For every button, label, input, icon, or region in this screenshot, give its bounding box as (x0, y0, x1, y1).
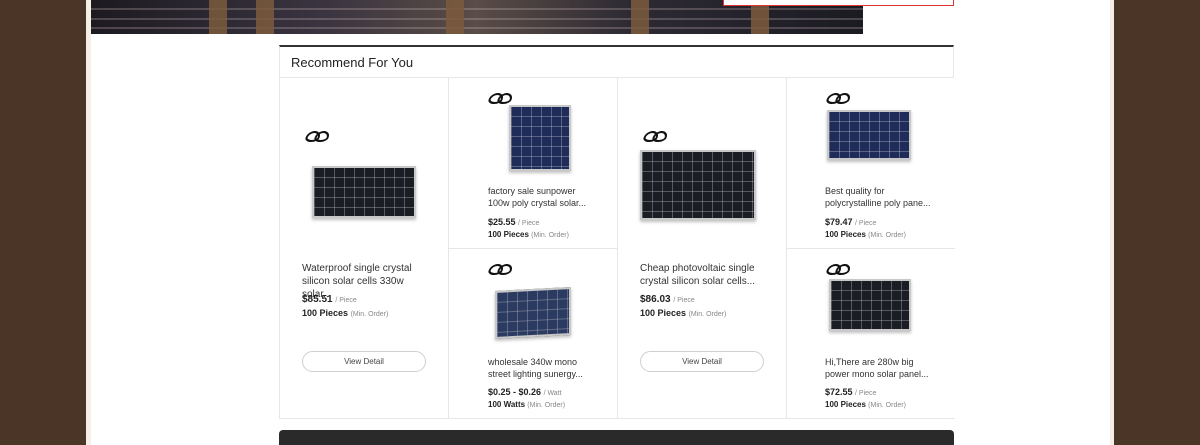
product-title[interactable]: factory sale sunpower 100w poly crystal … (488, 185, 608, 209)
brand-logo-icon (489, 263, 511, 275)
footer-banner (279, 430, 954, 445)
product-price: $0.25 - $0.26 / Watt (488, 387, 562, 397)
product-moq: 100 Pieces (Min. Order) (302, 308, 389, 318)
brand-logo-icon (644, 130, 666, 142)
hero-overlay-box (723, 0, 954, 6)
product-price: $72.55 / Piece (825, 387, 877, 397)
product-card[interactable]: wholesale 340w mono street lighting sune… (449, 249, 618, 419)
product-card[interactable]: Hi,There are 280w big power mono solar p… (787, 249, 955, 419)
product-image[interactable] (495, 287, 571, 339)
view-detail-button[interactable]: View Detail (640, 351, 764, 372)
product-title[interactable]: Best quality for polycrystalline poly pa… (825, 185, 950, 209)
product-image[interactable] (829, 279, 911, 331)
product-title[interactable]: Cheap photovoltaic single crystal silico… (640, 262, 770, 288)
brand-logo-icon (306, 130, 328, 142)
product-title[interactable]: Hi,There are 280w big power mono solar p… (825, 356, 950, 380)
recommend-section: Recommend For You Waterproof single crys… (279, 45, 955, 419)
product-card[interactable]: Waterproof single crystal silicon solar … (280, 78, 449, 419)
product-price: $25.55 / Piece (488, 217, 540, 227)
product-moq: 100 Pieces (Min. Order) (640, 308, 727, 318)
product-price: $79.47 / Piece (825, 217, 877, 227)
brand-logo-icon (827, 263, 849, 275)
product-image[interactable] (640, 150, 756, 220)
product-moq: 100 Pieces (Min. Order) (825, 230, 906, 239)
section-title: Recommend For You (291, 55, 414, 70)
product-moq: 100 Pieces (Min. Order) (488, 230, 569, 239)
product-price: $85.51 / Piece (302, 294, 357, 305)
product-image[interactable] (827, 110, 911, 160)
product-title[interactable]: wholesale 340w mono street lighting sune… (488, 356, 608, 380)
product-price: $86.03 / Piece (640, 294, 695, 305)
product-moq: 100 Pieces (Min. Order) (825, 400, 906, 409)
product-image[interactable] (509, 105, 571, 171)
product-card[interactable]: Best quality for polycrystalline poly pa… (787, 78, 955, 249)
brand-logo-icon (827, 92, 849, 104)
product-card[interactable]: Cheap photovoltaic single crystal silico… (618, 78, 787, 419)
view-detail-button[interactable]: View Detail (302, 351, 426, 372)
product-card[interactable]: factory sale sunpower 100w poly crystal … (449, 78, 618, 249)
brand-logo-icon (489, 92, 511, 104)
product-moq: 100 Watts (Min. Order) (488, 400, 566, 409)
product-image[interactable] (312, 166, 416, 218)
